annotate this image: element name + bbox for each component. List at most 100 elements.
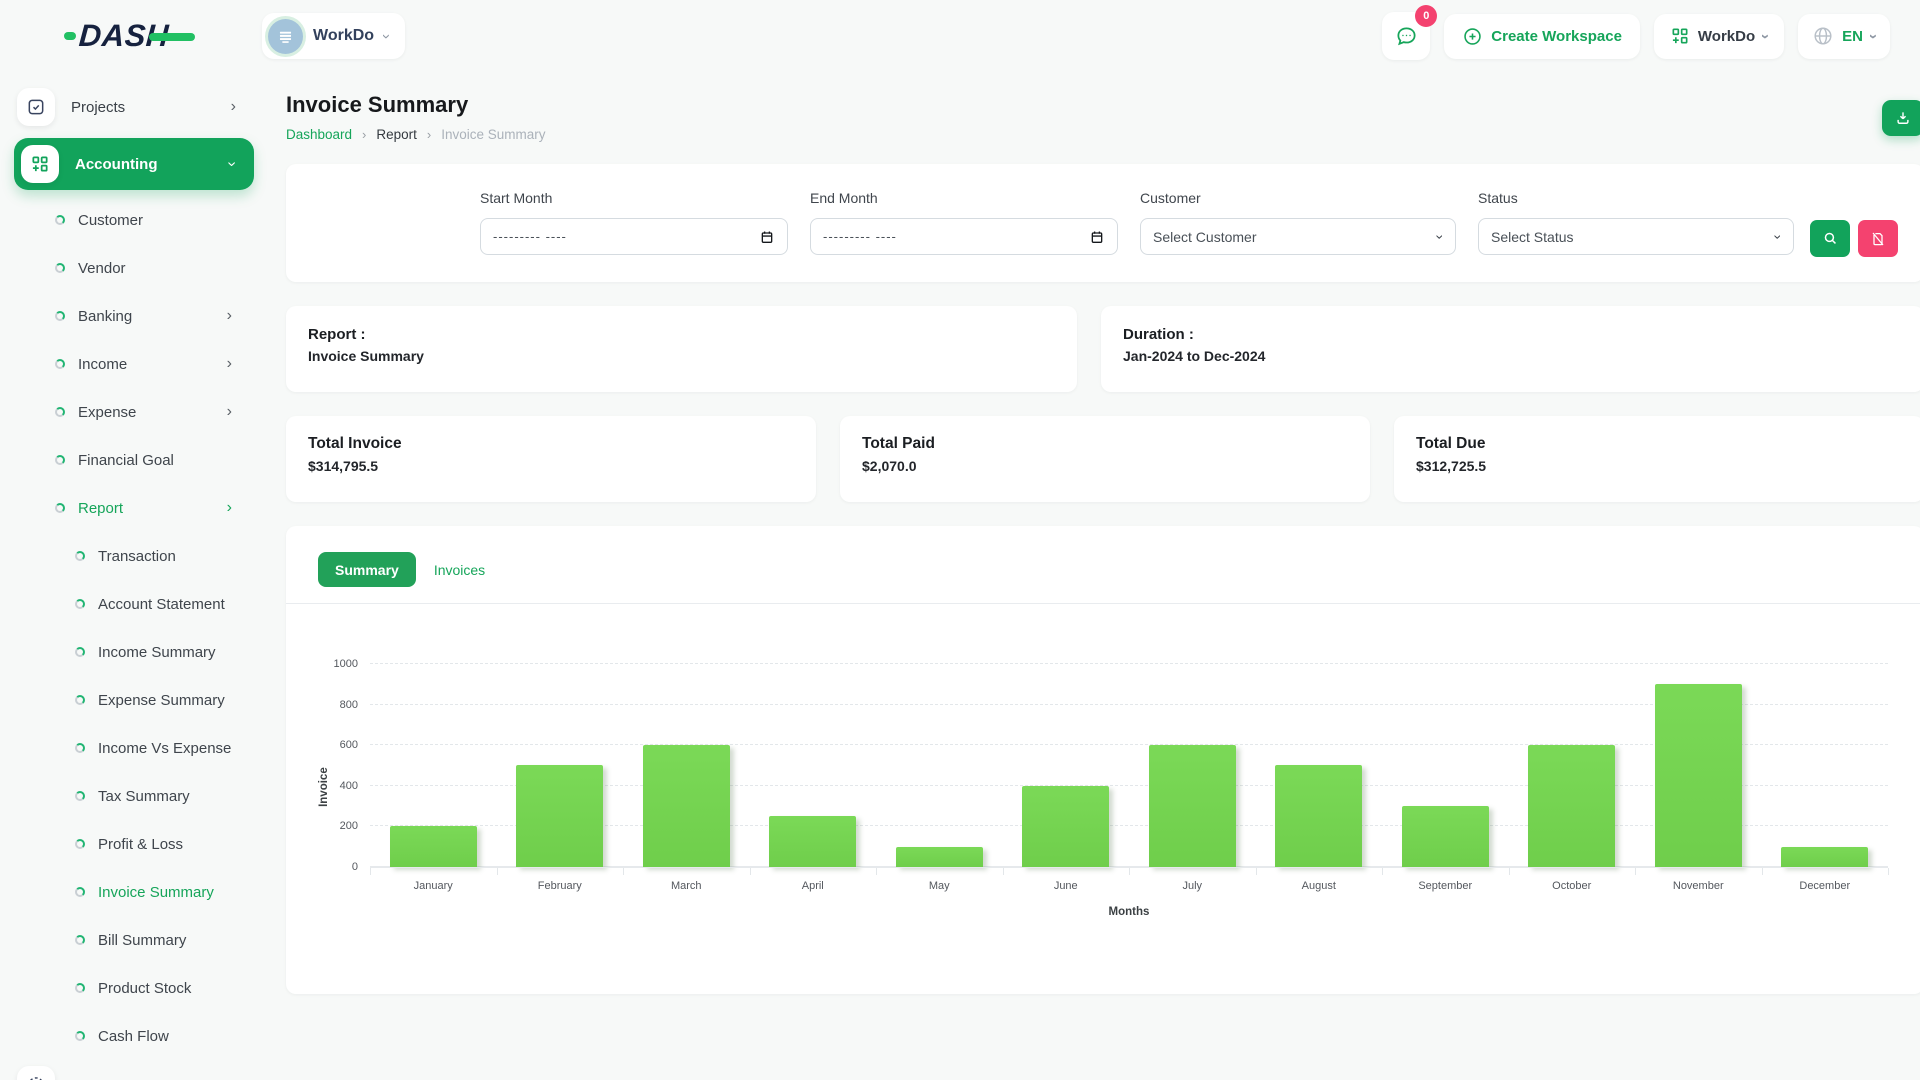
customer-select[interactable]: Select Customer ›: [1140, 218, 1456, 255]
bullet-icon: [75, 695, 85, 705]
bar-june[interactable]: [1022, 786, 1109, 867]
messages-badge: 0: [1415, 5, 1437, 27]
language-selector[interactable]: EN ›: [1798, 14, 1890, 59]
x-tick: [1382, 868, 1383, 875]
total-invoice-label: Total Invoice: [308, 435, 794, 453]
bar-april[interactable]: [769, 816, 856, 867]
duration-info-card: Duration : Jan-2024 to Dec-2024: [1101, 306, 1920, 392]
sidebar-item-projects[interactable]: Projects ›: [14, 82, 262, 132]
sidebar-item-income-summary[interactable]: Income Summary: [14, 628, 262, 676]
sidebar-item-product-stock[interactable]: Product Stock: [14, 964, 262, 1012]
sidebar: Projects › Accounting › Customer Vendor …: [0, 72, 262, 1080]
status-select[interactable]: Select Status ›: [1478, 218, 1794, 255]
sidebar-item-cash-flow[interactable]: Cash Flow: [14, 1012, 262, 1060]
sidebar-item-tax-summary[interactable]: Tax Summary: [14, 772, 262, 820]
logo-bar-accent: [149, 33, 195, 41]
bar-september[interactable]: [1402, 806, 1489, 867]
sidebar-item-report[interactable]: Report ›: [14, 484, 262, 532]
workspace-name: WorkDo: [313, 27, 374, 45]
start-month-input[interactable]: --------- ----: [480, 218, 788, 255]
reset-filter-button[interactable]: [1858, 220, 1898, 257]
bar-august[interactable]: [1275, 765, 1362, 867]
bar-october[interactable]: [1528, 745, 1615, 867]
sidebar-item-label: HRM: [71, 1077, 215, 1080]
customer-label: Customer: [1140, 190, 1456, 206]
breadcrumb-report[interactable]: Report: [376, 127, 417, 142]
chevron-right-icon: ›: [227, 403, 232, 421]
search-icon: [1822, 230, 1839, 247]
sidebar-item-vendor[interactable]: Vendor: [14, 244, 262, 292]
y-tick-label: 200: [340, 820, 358, 832]
bullet-icon: [55, 455, 65, 465]
sidebar-item-bill-summary[interactable]: Bill Summary: [14, 916, 262, 964]
apply-filter-button[interactable]: [1810, 220, 1850, 257]
create-workspace-button[interactable]: Create Workspace: [1444, 14, 1640, 59]
workspace-selector[interactable]: WorkDo ›: [262, 13, 405, 59]
sidebar-item-customer[interactable]: Customer: [14, 196, 262, 244]
grid-plus-icon: [1670, 26, 1690, 46]
duration-value: Jan-2024 to Dec-2024: [1123, 348, 1902, 364]
bullet-icon: [75, 647, 85, 657]
header-actions: 0 Create Workspace WorkDo › EN ›: [1382, 12, 1890, 60]
sidebar-item-profit-loss[interactable]: Profit & Loss: [14, 820, 262, 868]
dash-logo[interactable]: DASH: [64, 18, 169, 54]
x-tick-label: August: [1256, 880, 1383, 892]
x-tick: [750, 868, 751, 875]
y-tick-label: 0: [352, 861, 358, 873]
chevron-right-icon: ›: [227, 499, 232, 517]
status-label: Status: [1478, 190, 1794, 206]
bar-february[interactable]: [516, 765, 603, 867]
sidebar-item-financial-goal[interactable]: Financial Goal: [14, 436, 262, 484]
breadcrumb: Dashboard › Report › Invoice Summary: [286, 127, 546, 142]
bar-slot: [1509, 664, 1636, 867]
sidebar-item-hrm[interactable]: HRM ›: [14, 1060, 262, 1080]
breadcrumb-current: Invoice Summary: [441, 127, 545, 142]
bullet-icon: [75, 551, 85, 561]
bar-december[interactable]: [1781, 847, 1868, 867]
bar-march[interactable]: [643, 745, 730, 867]
duration-label: Duration :: [1123, 326, 1902, 343]
sidebar-item-account-statement[interactable]: Account Statement: [14, 580, 262, 628]
page-title: Invoice Summary: [286, 92, 546, 118]
bar-january[interactable]: [390, 826, 477, 867]
sidebar-item-invoice-summary[interactable]: Invoice Summary: [14, 868, 262, 916]
bar-july[interactable]: [1149, 745, 1236, 867]
chat-icon: [1394, 24, 1419, 49]
download-button[interactable]: [1882, 100, 1920, 136]
end-month-input[interactable]: --------- ----: [810, 218, 1118, 255]
y-axis-title: Invoice: [318, 767, 330, 807]
x-axis-labels: JanuaryFebruaryMarchAprilMayJuneJulyAugu…: [370, 880, 1888, 892]
sidebar-item-expense[interactable]: Expense ›: [14, 388, 262, 436]
sidebar-item-expense-summary[interactable]: Expense Summary: [14, 676, 262, 724]
chevron-right-icon: ›: [231, 98, 236, 116]
y-tick-label: 600: [340, 739, 358, 751]
sidebar-item-label: Expense Summary: [98, 692, 262, 709]
account-menu-button[interactable]: WorkDo ›: [1654, 14, 1784, 59]
tab-invoices[interactable]: Invoices: [434, 562, 485, 578]
sidebar-item-label: Customer: [78, 212, 262, 229]
x-tick-label: June: [1003, 880, 1130, 892]
chevron-right-icon: ›: [231, 1076, 236, 1080]
bar-may[interactable]: [896, 847, 983, 867]
tab-summary[interactable]: Summary: [318, 552, 416, 587]
x-tick-label: October: [1509, 880, 1636, 892]
create-workspace-label: Create Workspace: [1491, 28, 1622, 45]
bars: [370, 664, 1888, 867]
breadcrumb-dashboard[interactable]: Dashboard: [286, 127, 352, 142]
total-paid-value: $2,070.0: [862, 458, 1348, 474]
sidebar-item-accounting[interactable]: Accounting ›: [14, 138, 254, 190]
calendar-icon: [1089, 229, 1105, 245]
messages-button[interactable]: 0: [1382, 12, 1430, 60]
bullet-icon: [75, 935, 85, 945]
chevron-down-icon: ›: [1871, 29, 1876, 44]
y-tick-label: 1000: [334, 658, 358, 670]
bar-slot: [1129, 664, 1256, 867]
sidebar-item-label: Report: [78, 500, 214, 517]
sidebar-item-transaction[interactable]: Transaction: [14, 532, 262, 580]
sidebar-item-income-vs-expense[interactable]: Income Vs Expense: [14, 724, 262, 772]
bar-november[interactable]: [1655, 684, 1742, 867]
bullet-icon: [75, 791, 85, 801]
sidebar-item-income[interactable]: Income ›: [14, 340, 262, 388]
x-tick: [497, 868, 498, 875]
sidebar-item-banking[interactable]: Banking ›: [14, 292, 262, 340]
